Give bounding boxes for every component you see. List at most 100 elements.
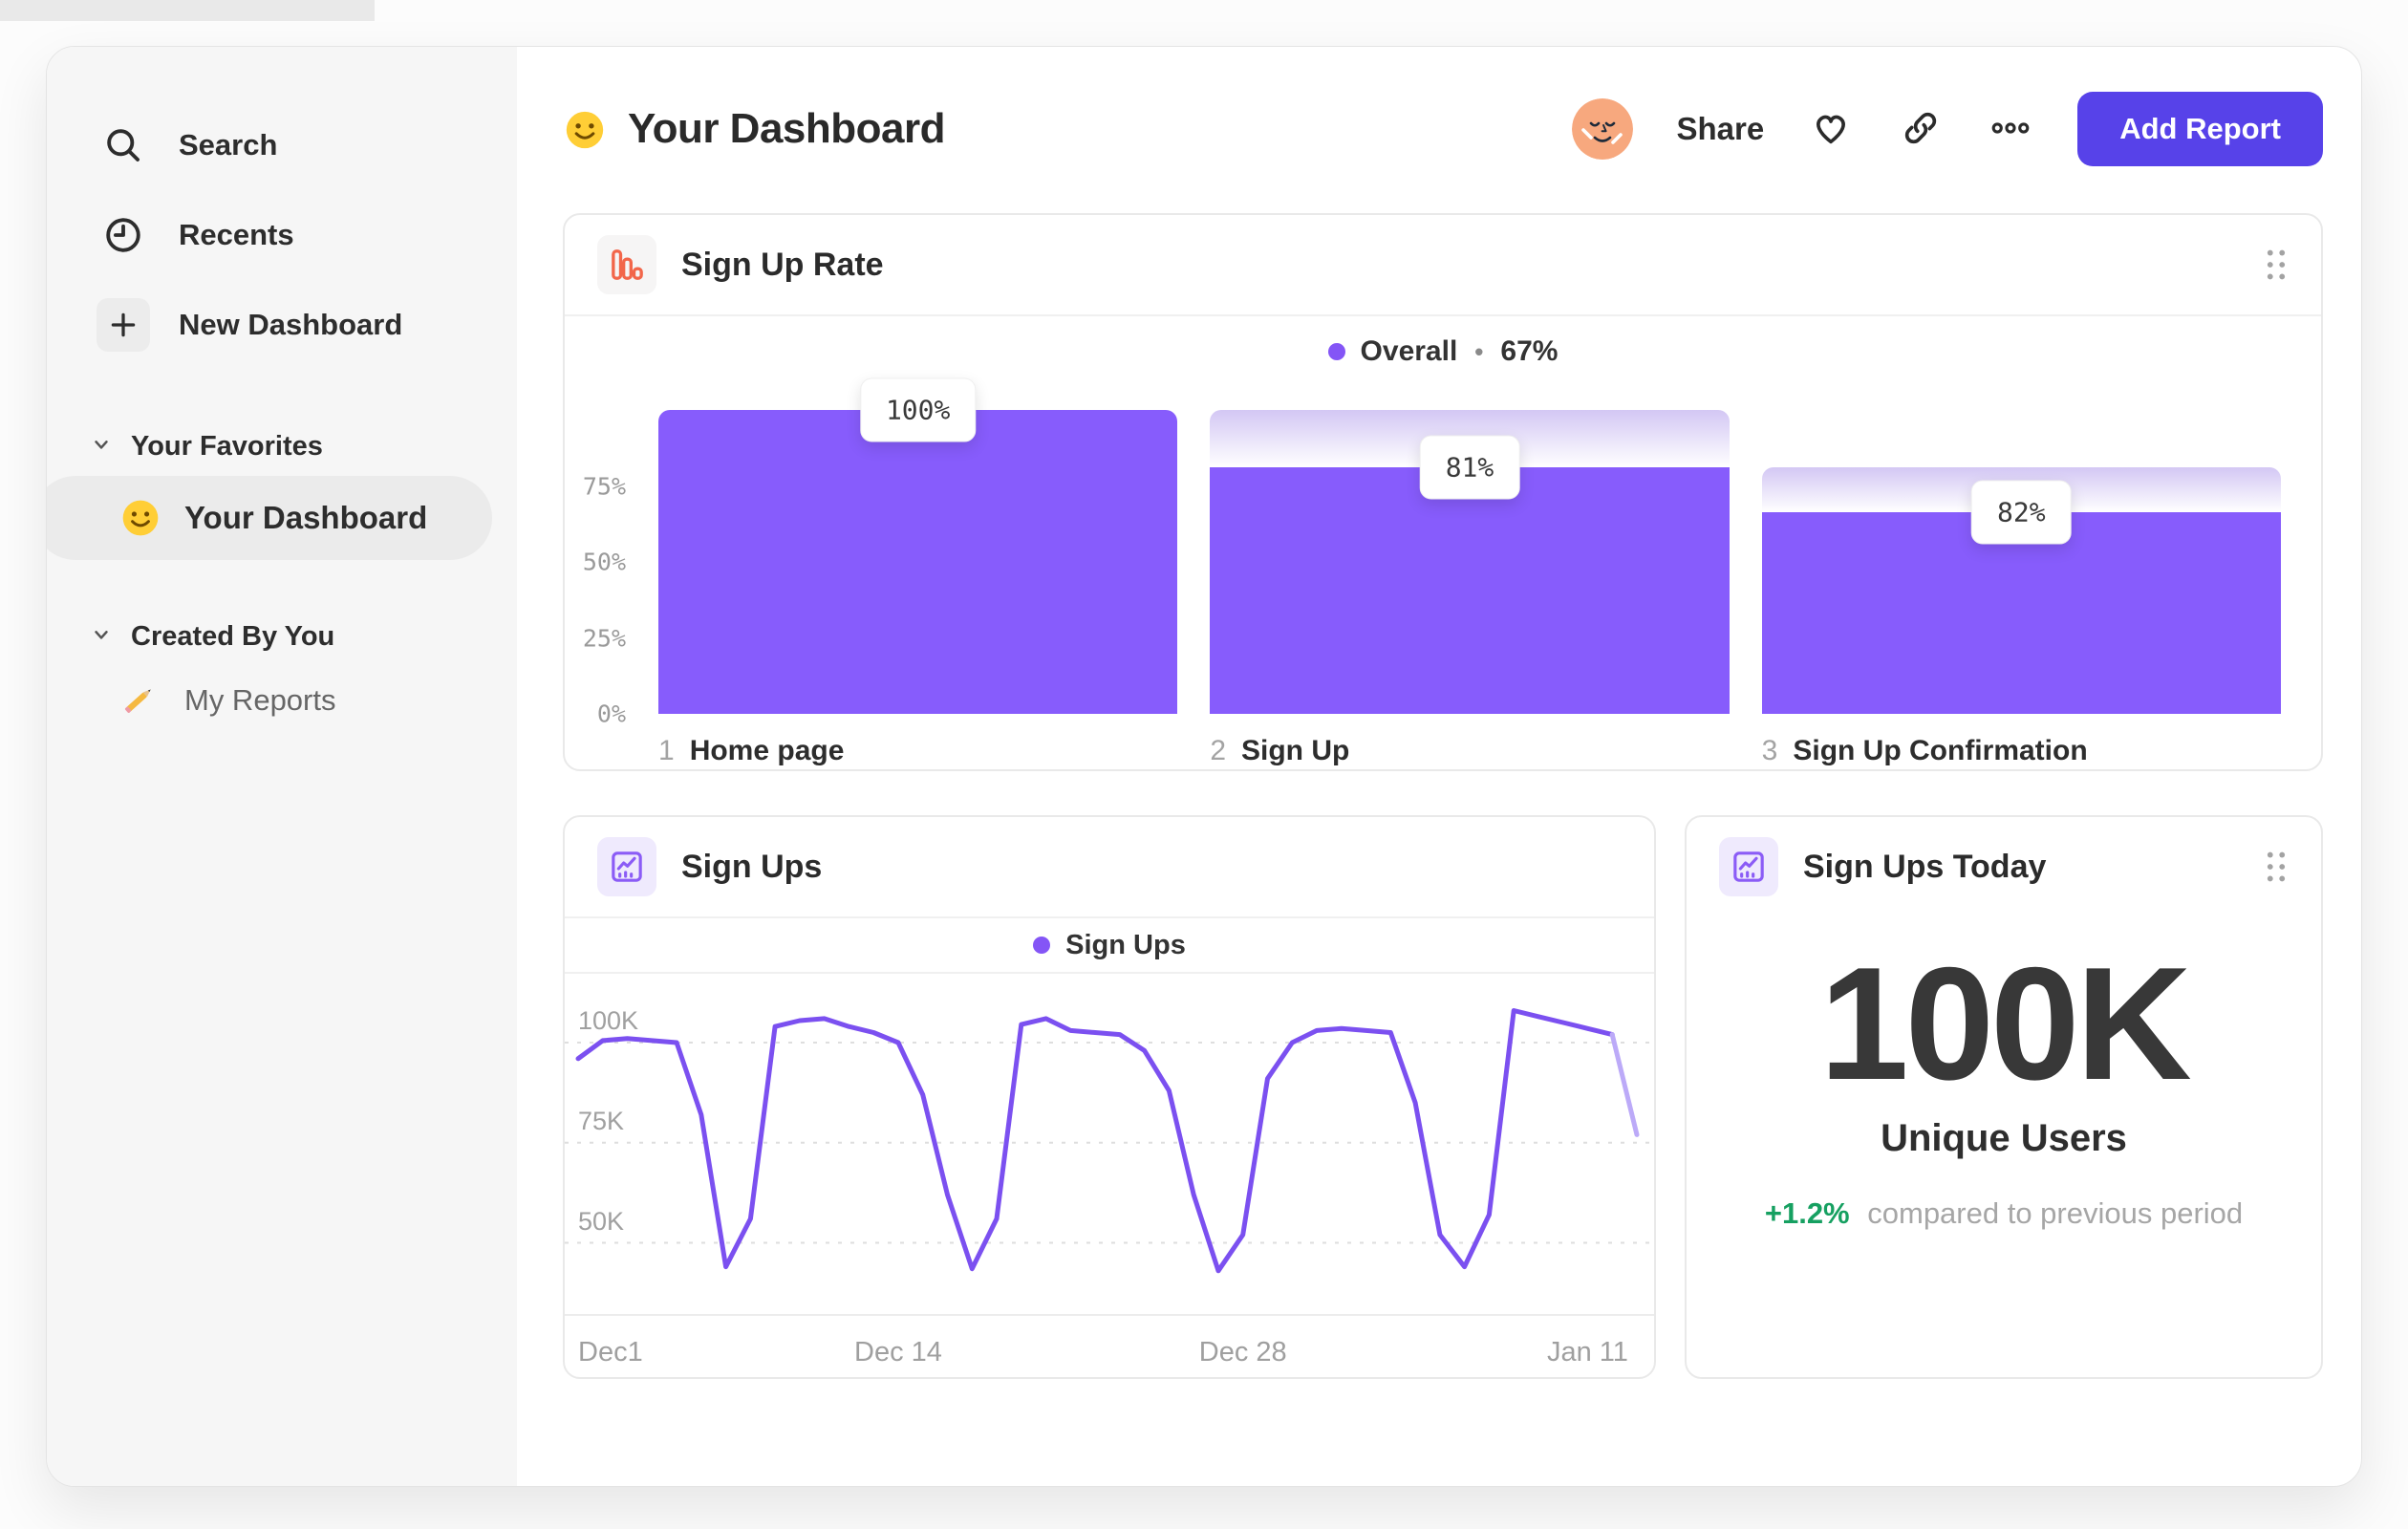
sidebar-item-search[interactable]: Search (47, 100, 517, 190)
stat-delta-note: compared to previous period (1867, 1196, 2244, 1230)
line-y-tick: 50K (578, 1206, 625, 1236)
funnel-y-tick: 75% (582, 472, 626, 500)
line-x-axis: Dec1 Dec 14 Dec 28 Jan 11 (565, 1314, 1654, 1381)
legend-label: Sign Ups (1065, 929, 1186, 960)
heart-icon (1809, 106, 1853, 153)
clock-icon (97, 208, 150, 262)
card-title: Sign Up Rate (681, 246, 884, 283)
ellipsis-icon (1989, 107, 2032, 152)
bottom-row: Sign Ups Sign Ups 100K 75K 50K Dec1 Dec 14 D… (563, 815, 2323, 1379)
legend-value: 67% (1500, 335, 1559, 367)
funnel-chart-icon (597, 235, 656, 294)
chevron-down-icon (91, 431, 112, 463)
section-label: Created By You (131, 621, 335, 652)
funnel-step-label: 3 Sign Up Confirmation (1762, 735, 2281, 767)
funnel-bar (658, 410, 1178, 714)
card-header: Sign Ups (565, 817, 1654, 916)
step-number: 2 (1210, 735, 1227, 766)
smiley-emoji (563, 108, 605, 150)
step-number: 3 (1761, 735, 1778, 766)
step-number: 1 (658, 735, 675, 766)
line-chart: 100K 75K 50K (565, 974, 1654, 1314)
funnel-bar (1210, 467, 1730, 714)
line-x-tick: Jan 11 (1546, 1337, 1628, 1367)
line-series (1609, 1032, 1640, 1137)
link-icon (1900, 107, 1942, 152)
funnel-y-tick: 0% (596, 700, 626, 728)
sidebar-item-label: Recents (179, 218, 294, 251)
stat-value: 100K (1819, 934, 2192, 1113)
stat-delta: +1.2% (1764, 1196, 1850, 1230)
page-title: Your Dashboard (628, 105, 946, 152)
sidebar: Search Recents New Dashboard Your Favori… (47, 47, 517, 1486)
line-y-tick: 75K (578, 1106, 625, 1135)
funnel-value-chip: 82% (1971, 480, 2072, 545)
funnel-chart: 75% 50% 25% 0% 100% 81% 82% 1 Home page 2 Sign Up… (565, 377, 2321, 767)
card-header: Sign Ups Today (1687, 817, 2321, 916)
smiley-emoji (119, 497, 161, 539)
avatar[interactable] (1571, 98, 1633, 160)
card-title: Sign Ups (681, 848, 823, 885)
section-your-favorites[interactable]: Your Favorites (91, 431, 517, 463)
line-legend: Sign Ups (565, 918, 1654, 972)
funnel-value-chip: 81% (1419, 435, 1520, 500)
main-content: Your Dashboard Share Add Report Sign Up … (517, 47, 2361, 1486)
line-x-tick: Dec1 (578, 1337, 643, 1367)
card-title: Sign Ups Today (1803, 848, 2047, 885)
pencil-emoji (119, 679, 161, 721)
legend-dot-icon (1327, 343, 1345, 360)
sidebar-item-label: Your Dashboard (184, 500, 428, 535)
line-chart-icon (1719, 837, 1778, 896)
card-header: Sign Up Rate (565, 215, 2321, 314)
step-name: Sign Up (1241, 735, 1350, 766)
section-created-by-you[interactable]: Created By You (91, 621, 517, 653)
stat-delta-row: +1.2% compared to previous period (1687, 1196, 2321, 1231)
funnel-y-tick: 25% (582, 624, 626, 652)
favorite-heart-button[interactable] (1808, 106, 1854, 152)
funnel-legend: Overall • 67% (565, 316, 2321, 387)
funnel-column: 82% (1761, 410, 2281, 714)
legend-separator: • (1474, 336, 1484, 366)
sidebar-item-new-dashboard[interactable]: New Dashboard (47, 280, 517, 370)
stat-label: Unique Users (1881, 1117, 2127, 1159)
search-icon (97, 118, 150, 172)
sidebar-item-label: New Dashboard (179, 308, 403, 341)
screen: Search Recents New Dashboard Your Favori… (0, 0, 2408, 1529)
line-chart-icon (597, 837, 656, 896)
funnel-step-label: 1 Home page (658, 735, 1177, 767)
dashboard-header: Your Dashboard Share Add Report (563, 89, 2323, 169)
funnel-step-label: 2 Sign Up (1210, 735, 1729, 767)
plus-icon (97, 298, 150, 352)
line-series (575, 1008, 1615, 1274)
line-x-tick: Dec 14 (854, 1337, 942, 1367)
sidebar-item-label: Search (179, 128, 278, 162)
funnel-column: 81% (1210, 410, 1730, 714)
sign-ups-card: Sign Ups Sign Ups 100K 75K 50K Dec1 Dec 14 D… (563, 815, 1656, 1379)
sidebar-item-recents[interactable]: Recents (47, 190, 517, 280)
share-button[interactable]: Share (1677, 111, 1765, 147)
legend-label: Overall (1360, 335, 1458, 367)
section-label: Your Favorites (131, 431, 323, 462)
copy-link-button[interactable] (1898, 106, 1944, 152)
sign-ups-today-card: Sign Ups Today 100K Unique Users +1.2% c… (1685, 815, 2323, 1379)
sidebar-item-my-reports[interactable]: My Reports (47, 658, 492, 743)
app-window: Search Recents New Dashboard Your Favori… (46, 46, 2362, 1487)
funnel-y-axis: 75% 50% 25% 0% (565, 410, 626, 728)
line-chart-svg (565, 1008, 1654, 1274)
funnel-y-tick: 50% (582, 548, 626, 576)
drag-handle-icon[interactable] (2264, 248, 2289, 282)
desktop-strip (0, 0, 375, 21)
stat-body: 100K Unique Users +1.2% compared to prev… (1687, 916, 2321, 1231)
step-name: Sign Up Confirmation (1793, 735, 2088, 766)
step-name: Home page (689, 735, 845, 766)
funnel-value-chip: 100% (859, 377, 977, 442)
funnel-column: 100% (658, 377, 1178, 714)
sidebar-item-label: My Reports (184, 683, 336, 717)
sidebar-item-your-dashboard[interactable]: Your Dashboard (47, 476, 492, 560)
line-y-tick: 100K (578, 1006, 639, 1035)
chevron-down-icon (91, 621, 112, 653)
title-wrap: Your Dashboard (563, 105, 946, 153)
more-options-button[interactable] (1988, 106, 2033, 152)
drag-handle-icon[interactable] (2264, 850, 2289, 884)
add-report-button[interactable]: Add Report (2077, 92, 2323, 166)
